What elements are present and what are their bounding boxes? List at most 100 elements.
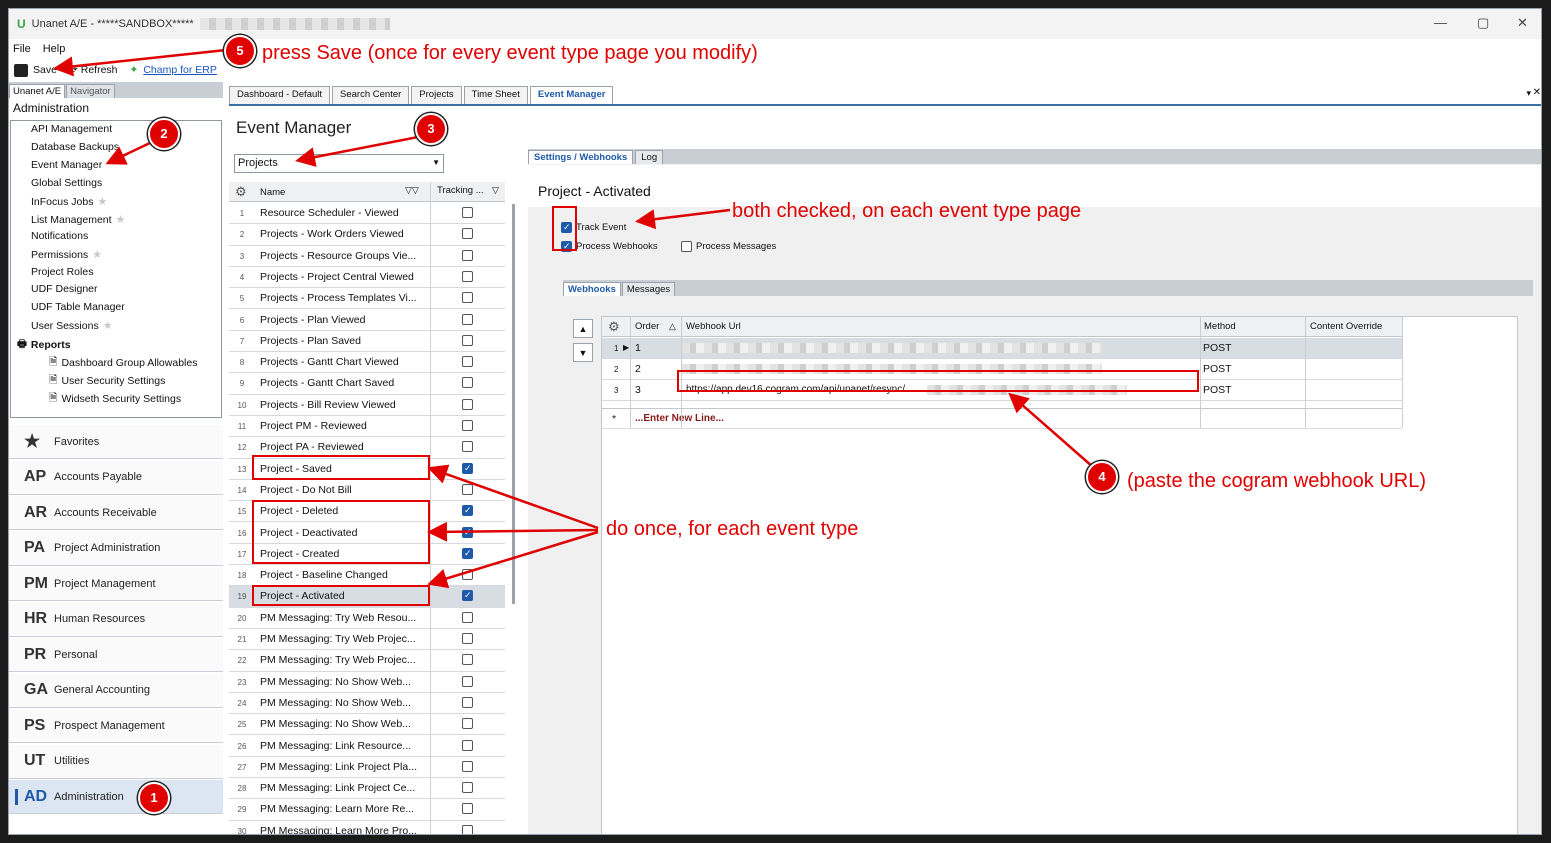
event-row[interactable]: 28 PM Messaging: Link Project Ce... [229,778,505,800]
reports-folder[interactable]: 🖶 Reports [17,336,71,354]
admin-item[interactable]: User Sessions ★ [31,319,113,333]
tracking-checkbox[interactable] [462,441,473,453]
event-row[interactable]: 25 PM Messaging: No Show Web... [229,714,505,736]
tab-webhooks[interactable]: Webhooks [563,282,621,296]
tracking-checkbox[interactable] [462,547,473,559]
tab-event-manager[interactable]: Event Manager [529,86,614,104]
nav-ut[interactable]: UT Utilities [9,744,223,779]
event-row[interactable]: 27 PM Messaging: Link Project Pla... [229,757,505,779]
event-row[interactable]: 26 PM Messaging: Link Resource... [229,736,505,757]
menu-file[interactable]: File [13,43,31,55]
event-row[interactable]: 5 Projects - Process Templates Vi... [229,288,505,310]
tracking-checkbox[interactable] [462,675,473,687]
star-icon[interactable]: ★ [92,248,102,261]
tracking-checkbox[interactable] [462,270,473,282]
event-row[interactable]: 6 Projects - Plan Viewed [229,310,505,331]
refresh-button[interactable]: ⟳ Refresh [69,64,118,76]
nav-ar[interactable]: AR Accounts Receivable [9,496,223,530]
tracking-checkbox[interactable] [462,803,473,815]
tab-search-center[interactable]: Search Center [332,86,410,104]
tab-log[interactable]: Log [635,150,664,164]
event-row[interactable]: 7 Projects - Plan Saved [229,331,505,353]
filter-icon[interactable]: ▽▽ [405,185,419,196]
tracking-checkbox[interactable] [462,249,473,261]
event-row[interactable]: 8 Projects - Gantt Chart Viewed [229,352,505,374]
report-item[interactable]: 🗎 Dashboard Group Allowables [49,354,197,372]
gear-icon[interactable]: ⚙ [235,184,247,200]
event-row[interactable]: 24 PM Messaging: No Show Web... [229,693,505,715]
admin-item[interactable]: Global Settings [31,177,102,189]
tracking-checkbox[interactable] [462,611,473,623]
tracking-checkbox[interactable] [462,782,473,794]
admin-item[interactable]: UDF Designer [31,283,98,295]
tracking-checkbox[interactable] [462,207,473,218]
nav-pa[interactable]: PA Project Administration [9,531,223,566]
tab-time-sheet[interactable]: Time Sheet [463,86,528,104]
tracking-checkbox[interactable] [462,420,473,431]
close-tab-icon[interactable]: ✕ [1533,87,1541,98]
tracking-checkbox[interactable] [462,590,473,602]
event-row[interactable]: 9 Projects - Gantt Chart Saved [229,373,505,395]
event-row[interactable]: 10 Projects - Bill Review Viewed [229,395,505,416]
event-row[interactable]: 1 Resource Scheduler - Viewed [229,203,505,225]
event-row[interactable]: 21 PM Messaging: Try Web Projec... [229,629,505,651]
new-line-row[interactable]: * ...Enter New Line... [602,408,1402,429]
header-override[interactable]: Content Override [1310,321,1382,332]
tracking-checkbox[interactable] [462,633,473,644]
nav-ad[interactable]: AD Administration [9,780,223,814]
admin-item[interactable]: Permissions ★ [31,248,102,262]
close-icon[interactable]: ✕ [1517,15,1528,31]
nav-ap[interactable]: AP Accounts Payable [9,460,223,495]
process-messages-checkbox[interactable]: Process Messages [681,241,776,252]
champ-link[interactable]: ✦ Champ for ERP [130,64,217,76]
nav-pr[interactable]: PR Personal [9,638,223,672]
admin-item[interactable]: API Management [31,123,112,135]
tracking-checkbox[interactable] [462,654,473,666]
event-row[interactable]: 29 PM Messaging: Learn More Re... [229,799,505,821]
champ-label[interactable]: Champ for ERP [143,64,217,76]
tracking-checkbox[interactable] [462,292,473,304]
move-up-button[interactable]: ▲ [573,319,593,338]
tracking-checkbox[interactable] [462,356,473,368]
webhook-row[interactable]: 1 ▶ 1 POST [602,338,1402,359]
tracking-checkbox[interactable] [462,526,473,538]
nav-ga[interactable]: GA General Accounting [9,673,223,708]
tracking-checkbox[interactable] [462,739,473,751]
report-item[interactable]: 🗎 Widseth Security Settings [49,390,181,408]
event-row[interactable]: 14 Project - Do Not Bill [229,480,505,502]
star-icon[interactable]: ★ [116,213,126,226]
tab-messages[interactable]: Messages [621,282,676,296]
tab-unanet[interactable]: Unanet A/E [9,84,66,98]
event-row[interactable]: 30 PM Messaging: Learn More Pro... [229,821,505,834]
tracking-checkbox[interactable] [462,313,473,325]
header-method[interactable]: Method [1204,321,1236,332]
event-row[interactable]: 11 Project PM - Reviewed [229,416,505,438]
nav-ps[interactable]: PS Prospect Management [9,709,223,743]
menu-help[interactable]: Help [43,43,66,55]
report-item[interactable]: 🗎 User Security Settings [49,372,165,390]
tracking-checkbox[interactable] [462,483,473,495]
tracking-checkbox[interactable] [462,377,473,389]
header-name[interactable]: Name [260,187,285,198]
tracking-checkbox[interactable] [462,696,473,708]
tab-projects[interactable]: Projects [411,86,462,104]
tracking-checkbox[interactable] [462,824,473,834]
pin-icon[interactable]: ▾ [1526,88,1531,99]
nav-pm[interactable]: PM Project Management [9,567,223,601]
header-url[interactable]: Webhook Url [686,321,741,332]
admin-item[interactable]: List Management ★ [31,213,126,227]
move-down-button[interactable]: ▼ [573,343,593,362]
admin-item[interactable]: Database Backups [31,141,119,153]
event-row[interactable]: 23 PM Messaging: No Show Web... [229,672,505,693]
tracking-checkbox[interactable] [462,505,473,517]
admin-item[interactable]: Notifications [31,230,88,242]
tab-navigator[interactable]: Navigator [66,84,115,98]
nav-favorites[interactable]: ★ Favorites [9,425,223,459]
category-dropdown[interactable]: Projects ▼ [234,154,444,173]
event-row[interactable]: 20 PM Messaging: Try Web Resou... [229,608,505,629]
tracking-checkbox[interactable] [462,334,473,346]
event-row[interactable]: 3 Projects - Resource Groups Vie... [229,246,505,267]
event-row[interactable]: 18 Project - Baseline Changed [229,565,505,587]
tracking-checkbox[interactable] [462,398,473,410]
admin-item[interactable]: UDF Table Manager [31,301,125,313]
